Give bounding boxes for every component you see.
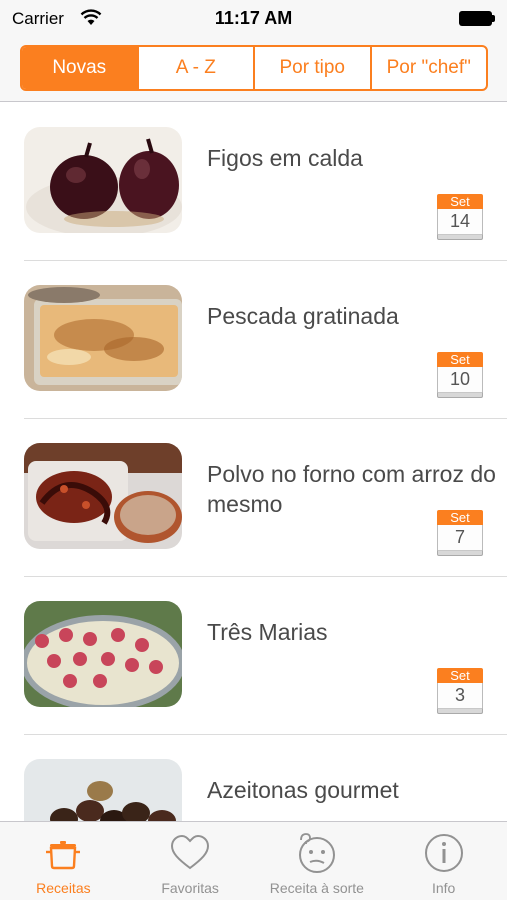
tab-label: Receitas [36,880,91,896]
calendar-day: 14 [437,209,483,234]
recipe-thumbnail [24,601,182,707]
segment-por-chef[interactable]: Por "chef" [372,47,487,89]
recipe-thumbnail [24,759,182,821]
tab-info[interactable]: Info [380,822,507,900]
tab-label: Favoritas [161,880,219,896]
recipe-row-polvo-no-forno[interactable]: Polvo no forno com arroz do mesmo Set 7 [24,419,507,577]
recipe-thumbnail [24,285,182,391]
pot-icon [41,831,85,875]
info-icon [422,831,466,875]
recipe-title: Figos em calda [207,145,363,171]
calendar-month: Set [437,352,483,367]
tab-label: Info [431,880,456,896]
recipe-thumbnail [24,127,182,233]
calendar-date-badge: Set 3 [437,668,483,714]
recipe-title: Pescada gratinada [207,303,399,329]
recipe-row-figos-em-calda[interactable]: Figos em calda Set 14 [24,103,507,261]
recipe-thumbnail [24,443,182,549]
tab-label: Receita à sorte [269,880,364,896]
segment-novas[interactable]: Novas [22,47,139,89]
calendar-month: Set [437,510,483,525]
heart-icon [168,831,212,875]
tab-bar: Receitas Favoritas Receita à sorte Info [0,821,507,900]
segment-por-tipo[interactable]: Por tipo [255,47,372,89]
calendar-month: Set [437,668,483,683]
calendar-day: 10 [437,367,483,392]
calendar-day: 3 [437,683,483,708]
segment-a-z[interactable]: A - Z [139,47,255,89]
tab-favoritas[interactable]: Favoritas [127,822,254,900]
calendar-date-badge: Set 10 [437,352,483,398]
sort-segmented-control: Novas A - Z Por tipo Por "chef" [20,45,488,91]
recipe-row-azeitonas-gourmet[interactable]: Azeitonas gourmet [24,735,507,821]
tab-receitas[interactable]: Receitas [0,822,127,900]
calendar-month: Set [437,194,483,209]
status-time: 11:17 AM [214,8,293,28]
recipe-row-pescada-gratinada[interactable]: Pescada gratinada Set 10 [24,261,507,419]
recipe-title: Três Marias [207,619,328,645]
battery-icon [459,11,495,26]
recipe-title: Azeitonas gourmet [207,777,399,803]
calendar-date-badge: Set 7 [437,510,483,556]
tab-receita-a-sorte[interactable]: Receita à sorte [254,822,381,900]
thinking-face-icon [295,831,339,875]
recipe-row-tres-marias[interactable]: Três Marias Set 3 [24,577,507,735]
navigation-bar: Novas A - Z Por tipo Por "chef" [0,38,507,102]
status-bar: Carrier 11:17 AM [0,0,507,38]
calendar-day: 7 [437,525,483,550]
recipe-list[interactable]: Figos em calda Set 14 Pescada gratinada … [0,103,507,821]
calendar-date-badge: Set 14 [437,194,483,240]
